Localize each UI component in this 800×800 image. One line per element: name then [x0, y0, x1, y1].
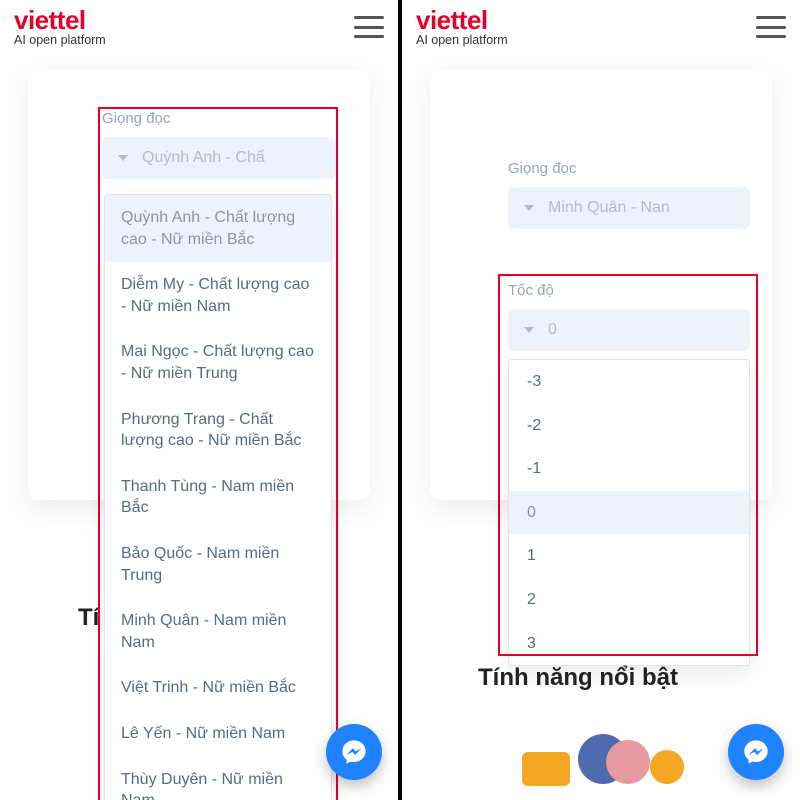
messenger-button[interactable]: [728, 724, 784, 780]
speed-option[interactable]: 1: [509, 534, 749, 578]
messenger-icon: [742, 738, 770, 766]
voice-option[interactable]: Lê Yến - Nữ miền Nam: [105, 711, 331, 757]
brand-subtitle: AI open platform: [14, 34, 106, 47]
screenshot-left: viettel AI open platform Tí Giọng đọc Qu…: [0, 0, 398, 800]
voice-option[interactable]: Việt Trinh - Nữ miền Bắc: [105, 665, 331, 711]
speed-select-group: Tốc độ 0 -3 -2 -1 0 1 2 3: [508, 282, 750, 666]
voice-label: Giọng đọc: [102, 110, 336, 127]
chevron-down-icon: [524, 327, 534, 333]
speed-option[interactable]: -3: [509, 360, 749, 404]
section-heading-fragment: Tí: [78, 604, 99, 632]
screenshot-right: viettel AI open platform Giọng đọc Minh …: [402, 0, 800, 800]
app-header: viettel AI open platform: [402, 0, 800, 52]
speed-select[interactable]: 0: [508, 309, 750, 351]
speed-option[interactable]: 2: [509, 578, 749, 622]
messenger-icon: [340, 738, 368, 766]
brand: viettel AI open platform: [416, 7, 508, 47]
brand: viettel AI open platform: [14, 7, 106, 47]
voice-option[interactable]: Diễm My - Chất lượng cao - Nữ miền Nam: [105, 262, 331, 329]
voice-label: Giọng đọc: [508, 160, 750, 177]
section-heading: Tính năng nổi bật: [478, 664, 678, 692]
voice-select[interactable]: Minh Quân - Nan: [508, 187, 750, 229]
voice-option[interactable]: Phương Trang - Chất lượng cao - Nữ miền …: [105, 397, 331, 464]
voice-option[interactable]: Mai Ngọc - Chất lượng cao - Nữ miền Trun…: [105, 329, 331, 396]
voice-option[interactable]: Quỳnh Anh - Chất lượng cao - Nữ miền Bắc: [105, 195, 331, 262]
chevron-down-icon: [118, 155, 128, 161]
feature-illustration: [522, 730, 692, 790]
speed-option[interactable]: -2: [509, 404, 749, 448]
voice-select-group: Giọng đọc Quỳnh Anh - Chấ: [102, 110, 336, 179]
voice-select-value: Quỳnh Anh - Chấ: [142, 149, 265, 167]
voice-select[interactable]: Quỳnh Anh - Chấ: [102, 137, 336, 179]
voice-option[interactable]: Thùy Duyên - Nữ miền Nam: [105, 757, 331, 800]
speed-label: Tốc độ: [508, 282, 750, 299]
voice-option[interactable]: Thanh Tùng - Nam miền Bắc: [105, 464, 331, 531]
app-header: viettel AI open platform: [0, 0, 398, 52]
messenger-button[interactable]: [326, 724, 382, 780]
voice-dropdown[interactable]: Quỳnh Anh - Chất lượng cao - Nữ miền Bắc…: [104, 194, 332, 800]
brand-logo: viettel: [14, 7, 106, 33]
voice-option[interactable]: Bảo Quốc - Nam miền Trung: [105, 531, 331, 598]
chevron-down-icon: [524, 205, 534, 211]
menu-icon[interactable]: [354, 16, 384, 38]
speed-option[interactable]: 0: [509, 491, 749, 535]
speed-option[interactable]: 3: [509, 622, 749, 666]
menu-icon[interactable]: [756, 16, 786, 38]
speed-select-value: 0: [548, 321, 557, 339]
speed-option[interactable]: -1: [509, 447, 749, 491]
speed-dropdown[interactable]: -3 -2 -1 0 1 2 3: [508, 359, 750, 666]
voice-select-value: Minh Quân - Nan: [548, 199, 670, 217]
brand-logo: viettel: [416, 7, 508, 33]
voice-option[interactable]: Minh Quân - Nam miền Nam: [105, 598, 331, 665]
brand-subtitle: AI open platform: [416, 34, 508, 47]
voice-select-group: Giọng đọc Minh Quân - Nan: [508, 160, 750, 229]
